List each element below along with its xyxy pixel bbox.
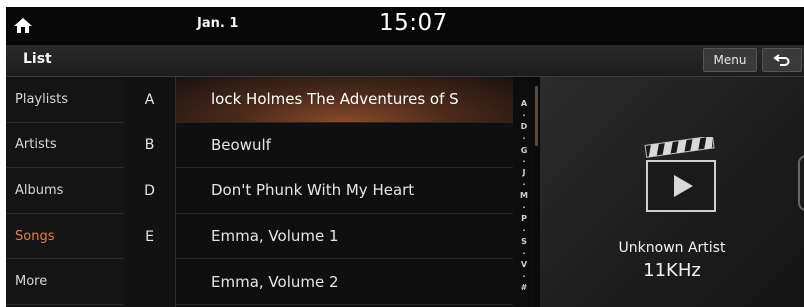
alpha-index-char[interactable]: · (513, 204, 535, 212)
alpha-index-char[interactable]: · (513, 250, 535, 258)
category-playlists[interactable]: Playlists (6, 77, 124, 123)
letter-group-b: B (144, 137, 155, 154)
artist-name: Unknown Artist (618, 240, 726, 256)
song-row[interactable]: Emma, Volume 1 (176, 214, 513, 260)
alpha-index-char[interactable]: · (513, 227, 535, 235)
head-unit-screen: Jan. 1 15:07 List Menu Playlists Artists… (6, 7, 804, 307)
song-title: Emma, Volume 2 (211, 272, 339, 291)
alpha-index-char[interactable]: P (513, 215, 535, 223)
song-row[interactable]: Don't Phunk With My Heart (176, 168, 513, 214)
letter-group-a: A (144, 91, 155, 108)
song-row[interactable]: Emma, Volume 2 (176, 259, 513, 305)
menu-button[interactable]: Menu (703, 48, 757, 72)
alpha-index-char[interactable]: · (513, 158, 535, 166)
alpha-index-char[interactable]: · (513, 181, 535, 189)
letter-group-d: D (144, 182, 155, 199)
scrollbar-thumb[interactable] (535, 86, 538, 146)
alpha-index-char[interactable]: · (513, 135, 535, 143)
song-list: lock Holmes The Adventures of S Beowulf … (176, 77, 513, 307)
category-more[interactable]: More (6, 259, 124, 305)
category-list: Playlists Artists Albums Songs More (6, 77, 124, 307)
song-title: lock Holmes The Adventures of S (211, 90, 459, 109)
date-text: Jan. 1 (197, 16, 239, 31)
now-playing-panel[interactable]: Unknown Artist 11KHz (540, 77, 804, 307)
alpha-index-char[interactable]: · (513, 112, 535, 120)
alpha-index-char[interactable]: S (513, 238, 535, 246)
category-albums[interactable]: Albums (6, 168, 124, 214)
alpha-index-char[interactable]: V (513, 261, 535, 269)
status-bar: Jan. 1 15:07 (6, 7, 804, 45)
category-songs[interactable]: Songs (6, 214, 124, 260)
song-title: Don't Phunk With My Heart (211, 181, 415, 200)
letter-group-column: A B D E (124, 77, 176, 307)
song-row-selected[interactable]: lock Holmes The Adventures of S (176, 77, 513, 123)
home-icon (14, 18, 32, 33)
category-label: Albums (15, 182, 64, 198)
alpha-index-char[interactable]: A (513, 100, 535, 108)
song-title: Emma, Volume 1 (211, 227, 339, 246)
back-arrow-icon (773, 54, 790, 66)
letter-group-e: E (145, 228, 154, 245)
movie-clapperboard-icon (644, 135, 716, 212)
alpha-index-char[interactable]: J (513, 169, 535, 177)
alpha-index-char[interactable]: M (513, 192, 535, 200)
clock-time: 15:07 (379, 10, 448, 36)
album-art (641, 135, 721, 217)
category-label: Artists (15, 137, 57, 153)
song-row[interactable]: Beowulf (176, 123, 513, 169)
panel-edge-handle[interactable] (798, 155, 804, 211)
letter-group-empty (124, 259, 175, 305)
page-title: List (23, 51, 52, 67)
alpha-index-char[interactable]: D (513, 123, 535, 131)
song-title: Beowulf (211, 135, 271, 154)
alpha-index-char[interactable]: G (513, 147, 535, 155)
alpha-index-char[interactable]: · (513, 273, 535, 281)
home-button[interactable] (6, 7, 40, 45)
sample-rate: 11KHz (643, 260, 701, 281)
category-label: Songs (15, 228, 55, 244)
category-label: Playlists (15, 91, 68, 107)
back-button[interactable] (762, 48, 802, 72)
alpha-index-char[interactable]: # (513, 284, 535, 292)
category-artists[interactable]: Artists (6, 123, 124, 169)
category-label: More (15, 274, 48, 290)
alphabet-scroll-index[interactable]: A · D · G · J · M · P · S · V · # (513, 77, 535, 307)
list-header: List Menu (6, 45, 804, 77)
